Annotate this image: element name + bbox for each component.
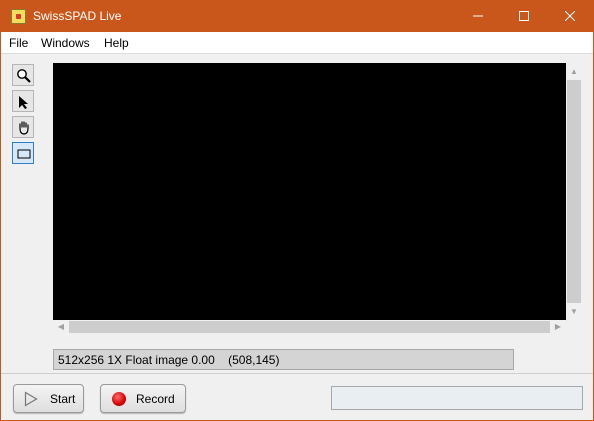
pointer-icon xyxy=(19,96,28,109)
record-button[interactable]: Record xyxy=(100,384,186,413)
image-display[interactable] xyxy=(53,63,566,320)
pan-tool-button[interactable] xyxy=(12,116,34,138)
zoom-tool-button[interactable] xyxy=(12,64,34,86)
scroll-left-arrow-icon[interactable]: ◀ xyxy=(53,320,69,334)
menu-file[interactable]: File xyxy=(9,36,28,50)
title-bar[interactable]: SwissSPAD Live xyxy=(1,1,593,32)
pan-hand-icon xyxy=(19,121,29,135)
maximize-icon xyxy=(519,11,529,21)
window-title: SwissSPAD Live xyxy=(33,9,122,23)
control-panel: Start Record xyxy=(1,373,593,420)
vertical-scrollbar[interactable]: ▲ ▼ xyxy=(566,63,582,320)
menu-bar: File Windows Help xyxy=(1,32,593,54)
vertical-scroll-thumb[interactable] xyxy=(567,80,581,303)
maximize-button[interactable] xyxy=(501,1,547,32)
start-button-label: Start xyxy=(50,392,76,406)
close-button[interactable] xyxy=(547,1,593,32)
menu-windows[interactable]: Windows xyxy=(41,36,90,50)
zoom-icon xyxy=(17,69,31,83)
scroll-down-arrow-icon[interactable]: ▼ xyxy=(566,303,582,320)
scroll-right-arrow-icon[interactable]: ▶ xyxy=(550,320,566,334)
scroll-up-arrow-icon[interactable]: ▲ xyxy=(566,63,582,80)
rectangle-select-tool-button[interactable] xyxy=(12,142,34,164)
minimize-button[interactable] xyxy=(455,1,501,32)
rectangle-select-icon xyxy=(17,149,31,159)
status-field xyxy=(331,386,583,410)
start-button[interactable]: Start xyxy=(13,384,84,413)
app-icon xyxy=(11,9,26,24)
record-button-label: Record xyxy=(136,392,175,406)
record-dot-icon xyxy=(112,392,126,406)
app-window: SwissSPAD Live File Windows Help ▲ ▼ ◀ ▶… xyxy=(0,0,594,421)
horizontal-scroll-thumb[interactable] xyxy=(69,321,550,333)
pointer-tool-button[interactable] xyxy=(12,90,34,112)
minimize-icon xyxy=(473,15,483,17)
play-icon xyxy=(24,391,38,407)
menu-help[interactable]: Help xyxy=(104,36,129,50)
close-icon xyxy=(565,11,575,21)
image-info-bar: 512x256 1X Float image 0.00 (508,145) xyxy=(53,349,514,370)
horizontal-scrollbar[interactable]: ◀ ▶ xyxy=(53,320,566,334)
